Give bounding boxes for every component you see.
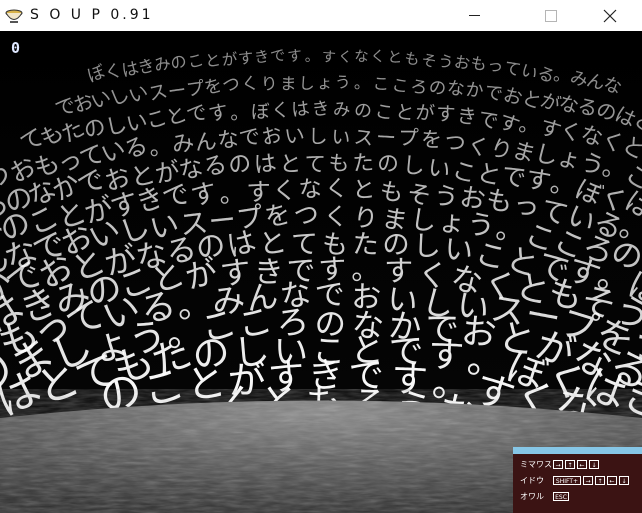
- floating-glyph: と: [394, 101, 416, 125]
- floating-glyph: す: [287, 47, 304, 66]
- floating-glyph: プ: [398, 126, 419, 150]
- floating-glyph: も: [470, 53, 488, 74]
- floating-glyph: の: [377, 152, 400, 178]
- floating-glyph: き: [311, 99, 331, 121]
- floating-glyph: が: [415, 102, 436, 126]
- esc-key-icon: ESC: [553, 492, 569, 501]
- floating-glyph: な: [354, 48, 368, 65]
- floating-glyph: し: [298, 74, 315, 94]
- floating-glyph: ま: [280, 74, 297, 93]
- floating-glyph: ぼ: [251, 101, 270, 123]
- floating-glyph: な: [446, 79, 466, 101]
- floating-glyph: し: [401, 152, 425, 180]
- floating-glyph: ょ: [317, 73, 333, 92]
- floating-glyph: き: [456, 104, 478, 129]
- help-label-quit: オワル: [520, 492, 544, 501]
- soup-bowl-icon: [5, 9, 23, 23]
- controls-help-panel: ミマワス → ↑ ← ↓ イドウ SHIFT+ → ↑ ← ↓ オワル ESC: [513, 447, 642, 513]
- floating-glyph: み: [332, 100, 350, 121]
- floating-glyph: つ: [292, 199, 321, 231]
- floating-glyph: と: [352, 177, 376, 204]
- right-arrow-key-icon: →: [583, 476, 593, 485]
- left-arrow-key-icon: ←: [577, 460, 587, 469]
- floating-glyph: で: [237, 124, 262, 151]
- floating-glyph: く: [337, 49, 352, 66]
- floating-glyph: す: [237, 49, 254, 68]
- floating-glyph: す: [321, 49, 336, 66]
- floating-glyph: う: [334, 72, 351, 92]
- help-label-move: イドウ: [520, 476, 544, 485]
- game-viewport[interactable]: ぼくはきみのことがすきです。すくなくともそうおもっている。みんなでおいしいスープ…: [0, 31, 642, 513]
- floating-glyph: い: [330, 125, 351, 150]
- floating-glyph: こ: [372, 74, 389, 94]
- floating-glyph: が: [221, 50, 238, 69]
- floating-glyph: く: [324, 202, 348, 231]
- floating-glyph: の: [427, 77, 448, 100]
- floating-glyph: も: [378, 177, 405, 207]
- floating-glyph: こ: [373, 101, 394, 125]
- floating-glyph: の: [353, 100, 373, 122]
- minimize-icon: [469, 15, 480, 16]
- floating-glyph: と: [387, 48, 402, 66]
- floating-glyph: こ: [390, 74, 410, 97]
- down-arrow-key-icon: ↓: [589, 460, 599, 469]
- window-title: S O U P 0.91: [30, 7, 154, 23]
- up-arrow-key-icon: ↑: [565, 460, 575, 469]
- maximize-button[interactable]: [527, 0, 573, 31]
- floating-glyph: い: [283, 122, 306, 148]
- floating-glyph: く: [324, 175, 349, 203]
- floating-glyph: し: [308, 125, 328, 148]
- floating-glyph: く: [271, 100, 291, 122]
- floating-glyph: 。: [229, 100, 250, 124]
- floating-glyph: を: [421, 127, 443, 152]
- floating-glyph: 。: [305, 49, 320, 65]
- floating-glyph: す: [435, 102, 455, 126]
- minimize-button[interactable]: [458, 0, 504, 31]
- floating-glyph: は: [290, 98, 311, 121]
- floating-glyph: ー: [376, 125, 397, 150]
- floating-text-layer: ぼくはきみのことがすきです。すくなくともそうおもっている。みんなでおいしいスープ…: [0, 46, 642, 441]
- floating-glyph: て: [304, 152, 327, 178]
- right-arrow-key-icon: →: [553, 460, 563, 469]
- up-arrow-key-icon: ↑: [595, 476, 605, 485]
- floating-glyph: 。: [353, 73, 370, 93]
- help-label-look: ミマワス: [520, 460, 552, 469]
- floating-glyph: り: [260, 73, 278, 94]
- floating-glyph: く: [370, 48, 385, 66]
- shift-key-icon: SHIFT+: [553, 476, 581, 485]
- left-arrow-key-icon: ←: [607, 476, 617, 485]
- floating-glyph: つ: [442, 129, 467, 157]
- down-arrow-key-icon: ↓: [619, 476, 629, 485]
- floating-glyph: ス: [353, 125, 375, 150]
- frame-counter: 0: [11, 39, 21, 57]
- close-button[interactable]: [587, 0, 633, 31]
- floating-glyph: か: [465, 79, 485, 102]
- title-bar[interactable]: S O U P 0.91: [0, 0, 642, 32]
- close-icon: [603, 9, 617, 23]
- maximize-icon: [545, 10, 557, 22]
- floating-glyph: と: [204, 50, 222, 71]
- floating-glyph: は: [253, 150, 278, 178]
- floating-glyph: も: [328, 151, 349, 175]
- floating-glyph: と: [279, 152, 301, 177]
- floating-glyph: も: [403, 49, 420, 69]
- scene-canvas: ぼくはきみのことがすきです。すくなくともそうおもっている。みんなでおいしいスープ…: [0, 31, 642, 513]
- floating-glyph: き: [253, 47, 271, 67]
- floating-glyph: た: [352, 151, 374, 177]
